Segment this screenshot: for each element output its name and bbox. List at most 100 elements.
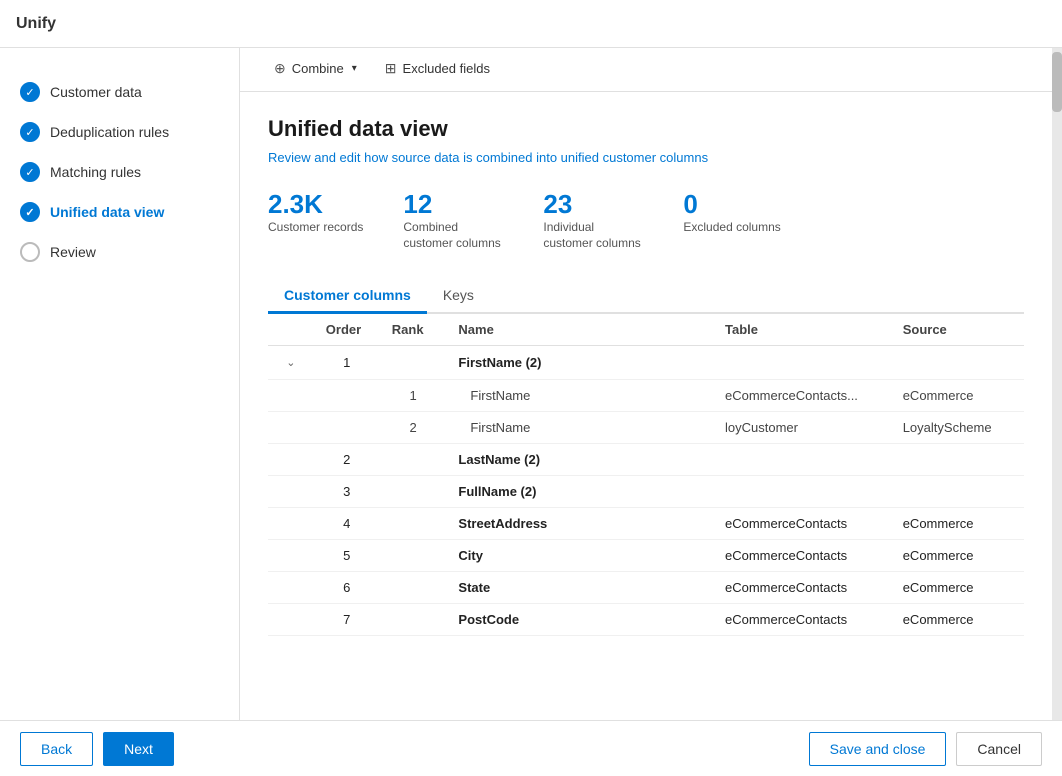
child-table-cell: loyCustomer (713, 412, 891, 444)
rank-cell (380, 572, 447, 604)
table-cell: eCommerceContacts (713, 604, 891, 636)
sidebar-item-unified-data-view[interactable]: Unified data view (0, 192, 239, 232)
stat-customer-records: 2.3KCustomer records (268, 189, 363, 251)
table-row-single: 4StreetAddresseCommerceContactseCommerce (268, 508, 1024, 540)
subnav-item-label: Combine (292, 61, 344, 76)
top-bar: Unify (0, 0, 1062, 48)
child-source-cell: LoyaltyScheme (891, 412, 1024, 444)
sub-nav: ⊕ Combine ▾ ⊞ Excluded fields (240, 48, 1052, 92)
sidebar-item-label: Review (50, 244, 96, 260)
sidebar-item-label: Deduplication rules (50, 124, 169, 140)
stat-label: Excluded columns (683, 220, 780, 236)
table-cell: eCommerceContacts (713, 572, 891, 604)
subnav-item-combine[interactable]: ⊕ Combine ▾ (260, 48, 371, 91)
name-cell: LastName (2) (446, 444, 713, 476)
subnav-item-excluded-fields[interactable]: ⊞ Excluded fields (371, 48, 504, 91)
subnav-item-label: Excluded fields (403, 61, 490, 76)
content-area: ⊕ Combine ▾ ⊞ Excluded fields Unified data v… (240, 48, 1052, 720)
rank-cell (380, 540, 447, 572)
data-table: Order Rank Name Table Source ⌄ 1 FirstName… (268, 314, 1024, 636)
footer-left: Back Next (20, 732, 174, 766)
main-layout: Customer data Deduplication rules Matching… (0, 48, 1062, 720)
source-cell: eCommerce (891, 572, 1024, 604)
step-icon (20, 242, 40, 262)
rank-cell (380, 604, 447, 636)
step-icon (20, 162, 40, 182)
cancel-button[interactable]: Cancel (956, 732, 1042, 766)
col-header-table: Table (713, 314, 891, 346)
child-expand-cell (268, 412, 314, 444)
order-cell: 2 (314, 444, 380, 476)
order-cell: 6 (314, 572, 380, 604)
table-row-parent: ⌄ 1 FirstName (2) (268, 346, 1024, 380)
stat-value: 23 (543, 189, 572, 220)
child-expand-cell (268, 380, 314, 412)
stat-excluded-columns: 0Excluded columns (683, 189, 780, 251)
name-cell: FirstName (2) (446, 346, 713, 380)
combine-icon: ⊕ (274, 60, 286, 77)
child-order-cell (314, 380, 380, 412)
order-cell: 1 (314, 346, 380, 380)
sidebar-item-label: Unified data view (50, 204, 164, 220)
table-body: ⌄ 1 FirstName (2)1 FirstName eCommerceContac… (268, 346, 1024, 636)
stat-combined-customer-columns: 12Combined customer columns (403, 189, 503, 251)
expand-cell (268, 508, 314, 540)
name-cell: PostCode (446, 604, 713, 636)
table-cell (713, 444, 891, 476)
tab-keys[interactable]: Keys (427, 279, 490, 314)
tab-customer-columns[interactable]: Customer columns (268, 279, 427, 314)
col-header-rank: Rank (380, 314, 447, 346)
table-wrapper[interactable]: Order Rank Name Table Source ⌄ 1 FirstName… (268, 314, 1024, 636)
sidebar-item-matching-rules[interactable]: Matching rules (0, 152, 239, 192)
source-cell (891, 476, 1024, 508)
page-subtitle: Review and edit how source data is combi… (268, 150, 1024, 165)
stat-value: 2.3K (268, 189, 323, 220)
table-cell (713, 346, 891, 380)
sidebar-item-customer-data[interactable]: Customer data (0, 72, 239, 112)
source-cell: eCommerce (891, 508, 1024, 540)
child-rank-cell: 2 (380, 412, 447, 444)
sidebar-item-review[interactable]: Review (0, 232, 239, 272)
rank-cell (380, 476, 447, 508)
sidebar-item-deduplication-rules[interactable]: Deduplication rules (0, 112, 239, 152)
expand-cell[interactable]: ⌄ (268, 346, 314, 380)
expand-cell (268, 572, 314, 604)
table-cell: eCommerceContacts (713, 508, 891, 540)
stats-row: 2.3KCustomer records 12Combined customer … (268, 189, 1024, 251)
chevron-down-icon: ▾ (352, 63, 357, 74)
stat-value: 0 (683, 189, 697, 220)
save-close-button[interactable]: Save and close (809, 732, 947, 766)
col-header-expand (268, 314, 314, 346)
child-order-cell (314, 412, 380, 444)
stat-label: Combined customer columns (403, 220, 503, 251)
expand-cell[interactable] (268, 476, 314, 508)
source-cell: eCommerce (891, 604, 1024, 636)
name-cell: City (446, 540, 713, 572)
page-content: Unified data view Review and edit how so… (240, 92, 1052, 720)
table-cell (713, 476, 891, 508)
app-title: Unify (16, 15, 56, 33)
rank-cell (380, 346, 447, 380)
sidebar: Customer data Deduplication rules Matching… (0, 48, 240, 720)
table-row-single: 5CityeCommerceContactseCommerce (268, 540, 1024, 572)
order-cell: 5 (314, 540, 380, 572)
back-button[interactable]: Back (20, 732, 93, 766)
col-header-order: Order (314, 314, 380, 346)
child-name-cell: FirstName (446, 412, 713, 444)
next-button[interactable]: Next (103, 732, 174, 766)
scrollbar-track[interactable] (1052, 48, 1062, 720)
expand-cell[interactable] (268, 444, 314, 476)
collapse-button[interactable]: ⌄ (282, 354, 299, 371)
excluded-fields-icon: ⊞ (385, 60, 397, 77)
source-cell: eCommerce (891, 540, 1024, 572)
sidebar-item-label: Customer data (50, 84, 142, 100)
scrollbar-thumb[interactable] (1052, 52, 1062, 112)
table-row-single: 6StateeCommerceContactseCommerce (268, 572, 1024, 604)
expand-cell (268, 604, 314, 636)
stat-individual-customer-columns: 23Individual customer columns (543, 189, 643, 251)
page-title: Unified data view (268, 116, 1024, 142)
rank-cell (380, 508, 447, 540)
tab-bar: Customer columnsKeys (268, 279, 1024, 314)
table-header-row: Order Rank Name Table Source (268, 314, 1024, 346)
footer: Back Next Save and close Cancel (0, 720, 1062, 776)
